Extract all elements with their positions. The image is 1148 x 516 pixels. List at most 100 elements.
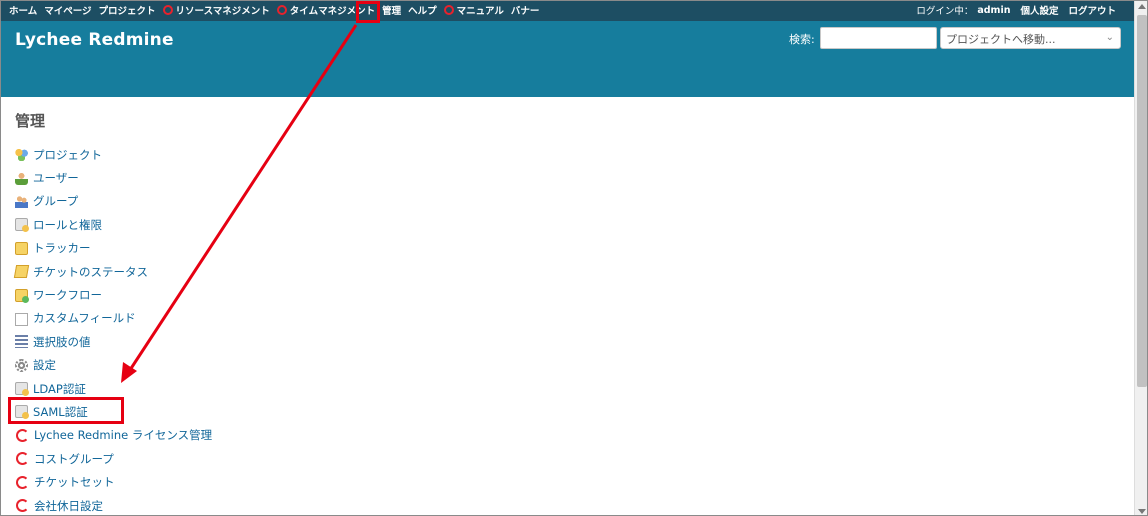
admin-menu-item: 選択肢の値 <box>15 330 212 353</box>
admin-menu-item: コストグループ <box>15 447 212 470</box>
admin-menu-label: グループ <box>33 194 79 209</box>
chevron-down-icon: ⌄ <box>1105 32 1114 43</box>
vertical-scrollbar[interactable] <box>1134 1 1147 515</box>
group-icon <box>15 194 28 208</box>
scrollbar-thumb[interactable] <box>1137 15 1147 387</box>
admin-menu-settings[interactable]: 設定 <box>15 357 56 373</box>
top-menu-resource-management-label: リソースマネジメント <box>175 6 270 17</box>
project-jump-select[interactable]: プロジェクトへ移動... ⌄ <box>940 27 1121 49</box>
admin-menu-item: グループ <box>15 190 212 213</box>
top-menu-manual-label: マニュアル <box>456 6 504 17</box>
top-menu-left: ホーム マイページ プロジェクト リソースマネジメント タイムマネジメント 管理… <box>9 3 546 17</box>
issue-status-icon <box>13 265 30 279</box>
lychee-icon <box>16 499 29 513</box>
lychee-icon <box>16 452 29 466</box>
user-icon <box>15 171 28 185</box>
admin-menu-issue-statuses[interactable]: チケットのステータス <box>13 264 148 280</box>
settings-icon <box>15 358 28 372</box>
admin-menu-item: 設定 <box>15 354 212 377</box>
top-menu: ホーム マイページ プロジェクト リソースマネジメント タイムマネジメント 管理… <box>1 1 1134 21</box>
top-menu-help[interactable]: ヘルプ <box>408 3 437 17</box>
admin-menu-ldap-auth[interactable]: LDAP認証 <box>15 381 86 397</box>
top-menu-administration[interactable]: 管理 <box>382 3 401 17</box>
top-menu-administration-label: 管理 <box>382 6 402 17</box>
admin-menu-label: Lychee Redmine ライセンス管理 <box>34 428 213 443</box>
top-menu-banner[interactable]: バナー <box>511 3 540 17</box>
admin-menu-projects[interactable]: プロジェクト <box>15 147 102 163</box>
admin-menu-label: 設定 <box>33 358 56 373</box>
admin-menu-users[interactable]: ユーザー <box>15 170 79 186</box>
admin-menu-label: ロールと権限 <box>33 217 102 232</box>
admin-menu-issue-sets[interactable]: チケットセット <box>15 474 115 490</box>
top-menu-resource-management[interactable]: リソースマネジメント <box>162 3 270 17</box>
admin-menu-label: LDAP認証 <box>33 381 86 396</box>
admin-menu-roles[interactable]: ロールと権限 <box>15 217 102 233</box>
scroll-up-arrow-icon[interactable] <box>1138 4 1146 9</box>
admin-menu-label: ワークフロー <box>33 288 102 303</box>
tracker-icon <box>15 241 28 255</box>
admin-menu-item: チケットのステータス <box>13 260 212 283</box>
lychee-icon <box>162 5 173 15</box>
admin-menu-groups[interactable]: グループ <box>15 193 78 209</box>
top-menu-home[interactable]: ホーム <box>9 3 37 17</box>
admin-menu-custom-fields[interactable]: カスタムフィールド <box>15 310 136 326</box>
admin-menu-trackers[interactable]: トラッカー <box>15 240 91 256</box>
project-jump-placeholder: プロジェクトへ移動... <box>946 33 1056 46</box>
projects-icon <box>15 148 28 162</box>
admin-menu-label: チケットのステータス <box>33 264 148 279</box>
top-menu-my-page[interactable]: マイページ <box>44 3 91 17</box>
admin-menu-item: Lychee Redmine ライセンス管理 <box>15 424 212 447</box>
admin-menu-workflows[interactable]: ワークフロー <box>15 287 102 303</box>
top-menu-my-page-label: マイページ <box>44 6 92 17</box>
admin-highlight-box <box>356 1 380 23</box>
top-menu-projects-label: プロジェクト <box>98 6 156 17</box>
top-menu-manual[interactable]: マニュアル <box>443 3 504 17</box>
admin-menu-item: 会社休日設定 <box>15 494 212 515</box>
logout-link[interactable]: ログアウト <box>1068 3 1116 17</box>
admin-menu-label: 選択肢の値 <box>33 334 91 349</box>
lychee-icon <box>16 475 29 489</box>
saml-highlight-box <box>8 397 124 424</box>
main-content: 管理 プロジェクト ユーザー グループ ロールと権限 トラッカー チケットのステ… <box>1 97 1134 515</box>
logged-in-user-link[interactable]: admin <box>977 5 1010 16</box>
admin-menu-item: ワークフロー <box>15 283 212 306</box>
ldap-auth-icon <box>15 382 29 397</box>
admin-menu-label: トラッカー <box>33 241 91 256</box>
admin-menu-cost-groups[interactable]: コストグループ <box>15 451 114 467</box>
admin-menu-label: カスタムフィールド <box>33 311 136 326</box>
logged-in-label: ログイン中： <box>916 6 974 17</box>
admin-menu-label: プロジェクト <box>33 147 102 162</box>
roles-icon <box>15 218 29 233</box>
admin-menu-item: カスタムフィールド <box>15 307 212 330</box>
header: Lychee Redmine 検索: プロジェクトへ移動... ⌄ <box>1 21 1134 97</box>
admin-menu-company-holidays[interactable]: 会社休日設定 <box>15 498 103 514</box>
site-title[interactable]: Lychee Redmine <box>15 30 174 50</box>
top-menu-banner-label: バナー <box>510 6 540 17</box>
scroll-down-arrow-icon[interactable] <box>1138 509 1146 514</box>
browser-viewport: ホーム マイページ プロジェクト リソースマネジメント タイムマネジメント 管理… <box>0 0 1148 516</box>
admin-menu-label: 会社休日設定 <box>34 498 103 513</box>
enumerations-icon <box>15 335 28 349</box>
admin-menu-item: ユーザー <box>15 166 212 189</box>
admin-menu-item: プロジェクト <box>15 143 212 166</box>
admin-menu: プロジェクト ユーザー グループ ロールと権限 トラッカー チケットのステータス… <box>13 143 212 515</box>
admin-menu-enumerations[interactable]: 選択肢の値 <box>15 334 91 350</box>
admin-menu-item: チケットセット <box>15 470 212 493</box>
lychee-icon <box>443 5 454 15</box>
custom-field-icon <box>15 312 28 326</box>
search-label: 検索: <box>789 33 815 46</box>
top-menu-help-label: ヘルプ <box>408 6 437 17</box>
search-input[interactable] <box>820 27 937 49</box>
page-title: 管理 <box>15 112 46 130</box>
admin-menu-label: チケットセット <box>34 475 115 490</box>
lychee-icon <box>276 5 287 15</box>
admin-menu-label: ユーザー <box>33 171 79 186</box>
lychee-icon <box>16 428 29 442</box>
admin-menu-lychee-license[interactable]: Lychee Redmine ライセンス管理 <box>15 427 212 443</box>
account-menu: ログイン中： admin 個人設定 ログアウト <box>906 3 1116 18</box>
admin-menu-label: コストグループ <box>34 451 114 466</box>
top-menu-projects[interactable]: プロジェクト <box>99 3 156 17</box>
top-menu-home-label: ホーム <box>9 6 38 17</box>
admin-menu-item: トラッカー <box>15 237 212 260</box>
my-account-link[interactable]: 個人設定 <box>1020 3 1058 17</box>
